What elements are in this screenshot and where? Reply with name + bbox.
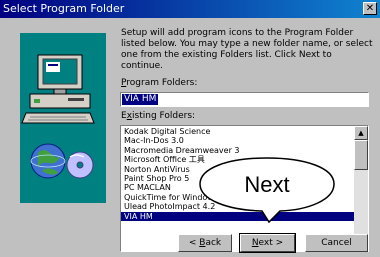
- next-callout-text: Next: [244, 172, 290, 197]
- setup-illustration: [20, 33, 106, 203]
- close-icon: ✕: [365, 3, 375, 14]
- close-button[interactable]: ✕: [363, 2, 377, 15]
- title-bar: Select Program Folder ✕: [0, 0, 380, 18]
- program-folders-label: Program Folders:: [121, 78, 198, 88]
- scroll-up-icon: ▲: [358, 129, 364, 137]
- globe-icon: [30, 143, 66, 179]
- existing-folders-label: Existing Folders:: [121, 111, 196, 121]
- next-button[interactable]: Next >: [239, 233, 296, 253]
- program-folder-value: VIA HM: [122, 94, 159, 105]
- scroll-thumb[interactable]: [354, 140, 368, 170]
- list-scrollbar[interactable]: ▲ ▼: [354, 126, 368, 251]
- instructions-text: Setup will add program icons to the Prog…: [121, 28, 373, 71]
- cancel-button[interactable]: Cancel: [305, 234, 368, 252]
- back-button[interactable]: < Back: [178, 234, 232, 252]
- program-folder-input[interactable]: VIA HM: [120, 92, 369, 107]
- folder-list-item[interactable]: Mac-In-Dos 3.0: [121, 136, 354, 145]
- computer-icon: [21, 54, 95, 179]
- window-title: Select Program Folder: [3, 2, 125, 15]
- scroll-up-button[interactable]: ▲: [354, 126, 368, 140]
- folder-list-item[interactable]: Kodak Digital Science: [121, 127, 354, 136]
